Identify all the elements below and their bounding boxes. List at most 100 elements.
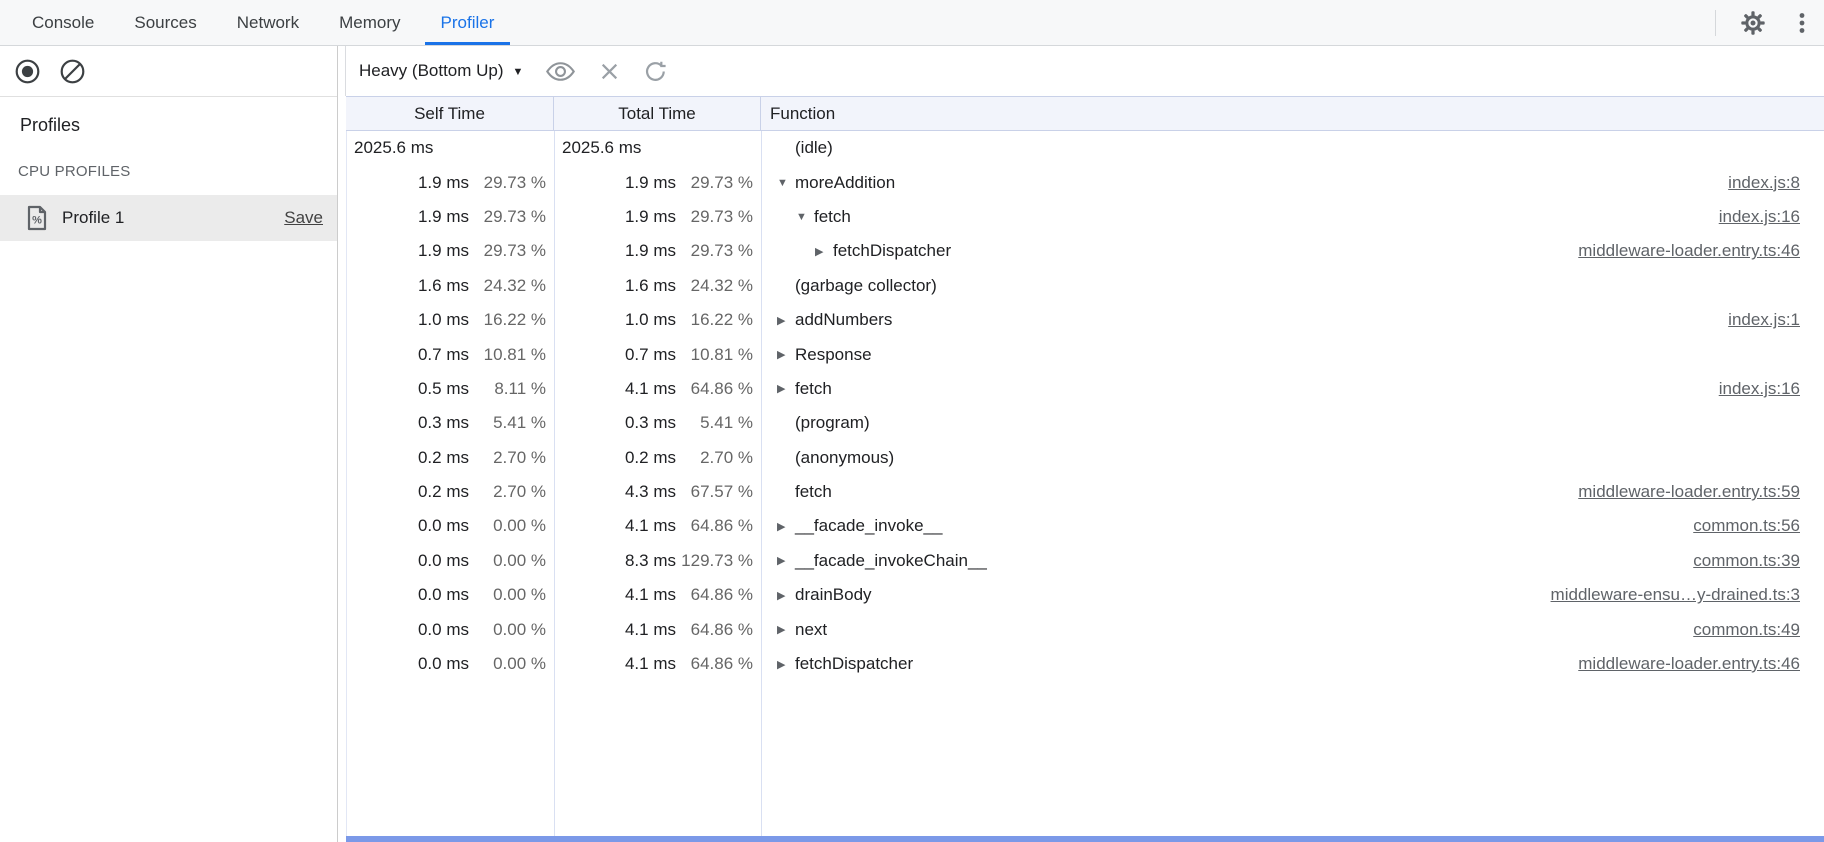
expand-arrow-icon[interactable]: ▶: [777, 520, 795, 533]
sidebar-item-profile-1[interactable]: % Profile 1 Save: [0, 195, 337, 241]
table-row[interactable]: 0.2 ms2.70 %4.3 ms67.57 %fetchmiddleware…: [346, 475, 1824, 509]
tab-profiler[interactable]: Profiler: [431, 0, 505, 45]
table-row[interactable]: 0.0 ms0.00 %4.1 ms64.86 %▶fetchDispatche…: [346, 647, 1824, 681]
self-time-cell-ms: 0.3 ms: [418, 413, 469, 433]
expand-arrow-icon[interactable]: ▶: [815, 245, 833, 258]
source-location-link[interactable]: index.js:16: [1719, 379, 1800, 399]
self-time-cell: 0.0 ms0.00 %: [346, 620, 554, 640]
self-time-cell: 1.9 ms29.73 %: [346, 241, 554, 261]
source-location-link[interactable]: middleware-loader.entry.ts:59: [1578, 482, 1800, 502]
table-row[interactable]: 1.6 ms24.32 %1.6 ms24.32 %(garbage colle…: [346, 269, 1824, 303]
tab-network[interactable]: Network: [227, 0, 309, 45]
expand-arrow-icon[interactable]: ▶: [777, 589, 795, 602]
table-row[interactable]: 1.9 ms29.73 %1.9 ms29.73 %▼fetchindex.js…: [346, 200, 1824, 234]
tab-strip: Console Sources Network Memory Profiler: [0, 0, 514, 45]
function-cell: (program): [761, 413, 1824, 433]
total-time-cell-ms: 4.3 ms: [625, 482, 676, 502]
total-time-cell-percent: 2.70 %: [676, 448, 753, 468]
focus-eye-icon[interactable]: [545, 60, 576, 83]
total-time-cell: 0.2 ms2.70 %: [554, 448, 761, 468]
table-row[interactable]: 0.5 ms8.11 %4.1 ms64.86 %▶fetchindex.js:…: [346, 372, 1824, 406]
total-time-cell: 1.9 ms29.73 %: [554, 207, 761, 227]
source-location-link[interactable]: middleware-loader.entry.ts:46: [1578, 654, 1800, 674]
self-time-cell: 1.9 ms29.73 %: [346, 173, 554, 193]
table-row[interactable]: 1.0 ms16.22 %1.0 ms16.22 %▶addNumbersind…: [346, 303, 1824, 337]
self-time-cell-ms: 1.9 ms: [418, 173, 469, 193]
self-time-cell-percent: 29.73 %: [469, 241, 546, 261]
source-location-link[interactable]: common.ts:39: [1693, 551, 1800, 571]
view-mode-dropdown[interactable]: Heavy (Bottom Up) ▼: [359, 61, 523, 81]
total-time-cell: 4.1 ms64.86 %: [554, 654, 761, 674]
self-time-cell-percent: 24.32 %: [469, 276, 546, 296]
source-location-link[interactable]: index.js:16: [1719, 207, 1800, 227]
function-name: fetch: [814, 207, 851, 227]
source-location-link[interactable]: index.js:8: [1728, 173, 1800, 193]
table-row[interactable]: 0.0 ms0.00 %4.1 ms64.86 %▶nextcommon.ts:…: [346, 612, 1824, 646]
grid-left-border: [346, 131, 347, 842]
function-cell: ▶__facade_invoke__common.ts:56: [761, 516, 1824, 536]
clear-profiles-button[interactable]: [59, 58, 86, 85]
table-row[interactable]: 2025.6 ms2025.6 ms(idle): [346, 131, 1824, 165]
tab-memory[interactable]: Memory: [329, 0, 410, 45]
table-row[interactable]: 0.0 ms0.00 %8.3 ms129.73 %▶__facade_invo…: [346, 544, 1824, 578]
kebab-menu-icon[interactable]: [1790, 11, 1814, 35]
tab-sources[interactable]: Sources: [124, 0, 206, 45]
total-time-cell: 0.3 ms5.41 %: [554, 413, 761, 433]
function-cell: (idle): [761, 138, 1824, 158]
source-location-link[interactable]: middleware-ensu…y-drained.ts:3: [1551, 585, 1800, 605]
expand-arrow-icon[interactable]: ▶: [777, 658, 795, 671]
function-cell: ▼moreAdditionindex.js:8: [761, 173, 1824, 193]
table-row[interactable]: 0.2 ms2.70 %0.2 ms2.70 %(anonymous): [346, 441, 1824, 475]
collapse-arrow-icon[interactable]: ▼: [796, 211, 814, 223]
profiles-toolbar: [0, 46, 337, 96]
total-time-cell-percent: 64.86 %: [676, 585, 753, 605]
function-cell: ▶fetchDispatchermiddleware-loader.entry.…: [761, 654, 1824, 674]
total-time-cell-ms: 4.1 ms: [625, 585, 676, 605]
total-time-cell: 4.1 ms64.86 %: [554, 620, 761, 640]
settings-gear-icon[interactable]: [1740, 10, 1766, 36]
total-time-cell-ms: 4.1 ms: [625, 654, 676, 674]
expand-arrow-icon[interactable]: ▶: [777, 554, 795, 567]
table-row[interactable]: 0.0 ms0.00 %4.1 ms64.86 %▶__facade_invok…: [346, 509, 1824, 543]
record-button[interactable]: [14, 58, 41, 85]
expand-arrow-icon[interactable]: ▶: [777, 314, 795, 327]
tab-console[interactable]: Console: [22, 0, 104, 45]
column-header-self-time[interactable]: Self Time: [346, 97, 554, 130]
close-icon[interactable]: [598, 60, 621, 83]
total-time-cell-percent: 64.86 %: [676, 654, 753, 674]
total-time-cell-percent: 29.73 %: [676, 173, 753, 193]
expand-arrow-icon[interactable]: ▶: [777, 348, 795, 361]
expand-arrow-icon[interactable]: ▶: [777, 623, 795, 636]
table-row[interactable]: 1.9 ms29.73 %1.9 ms29.73 %▼moreAdditioni…: [346, 165, 1824, 199]
view-mode-label: Heavy (Bottom Up): [359, 61, 504, 81]
column-header-function[interactable]: Function: [761, 97, 1824, 130]
refresh-icon[interactable]: [643, 59, 668, 84]
total-time-cell-percent: 64.86 %: [676, 516, 753, 536]
source-location-link[interactable]: common.ts:56: [1693, 516, 1800, 536]
source-location-link[interactable]: middleware-loader.entry.ts:46: [1578, 241, 1800, 261]
sidebar-border: [337, 46, 338, 842]
function-name: (idle): [795, 138, 833, 158]
self-time-cell-percent: 0.00 %: [469, 551, 546, 571]
total-time-cell-percent: 16.22 %: [676, 310, 753, 330]
table-row[interactable]: 0.3 ms5.41 %0.3 ms5.41 %(program): [346, 406, 1824, 440]
total-time-cell: 1.9 ms29.73 %: [554, 173, 761, 193]
function-name: addNumbers: [795, 310, 892, 330]
function-name: drainBody: [795, 585, 872, 605]
function-cell: ▼fetch index.js:16: [761, 207, 1824, 227]
function-name: fetchDispatcher: [833, 241, 951, 261]
source-location-link[interactable]: common.ts:49: [1693, 620, 1800, 640]
collapse-arrow-icon[interactable]: ▼: [777, 177, 795, 189]
self-time-cell: 0.5 ms8.11 %: [346, 379, 554, 399]
table-row[interactable]: 0.0 ms0.00 %4.1 ms64.86 %▶drainBodymiddl…: [346, 578, 1824, 612]
selected-row-partial[interactable]: [346, 836, 1824, 842]
source-location-link[interactable]: index.js:1: [1728, 310, 1800, 330]
table-row[interactable]: 1.9 ms29.73 %1.9 ms29.73 %▶fetchDispatch…: [346, 234, 1824, 268]
column-header-total-time[interactable]: Total Time: [554, 97, 761, 130]
self-time-cell-ms: 0.2 ms: [418, 482, 469, 502]
total-time-cell: 2025.6 ms: [554, 138, 761, 158]
expand-arrow-icon[interactable]: ▶: [777, 382, 795, 395]
table-row[interactable]: 0.7 ms10.81 %0.7 ms10.81 %▶Response: [346, 337, 1824, 371]
total-time-cell-percent: 64.86 %: [676, 379, 753, 399]
save-profile-link[interactable]: Save: [284, 208, 323, 228]
